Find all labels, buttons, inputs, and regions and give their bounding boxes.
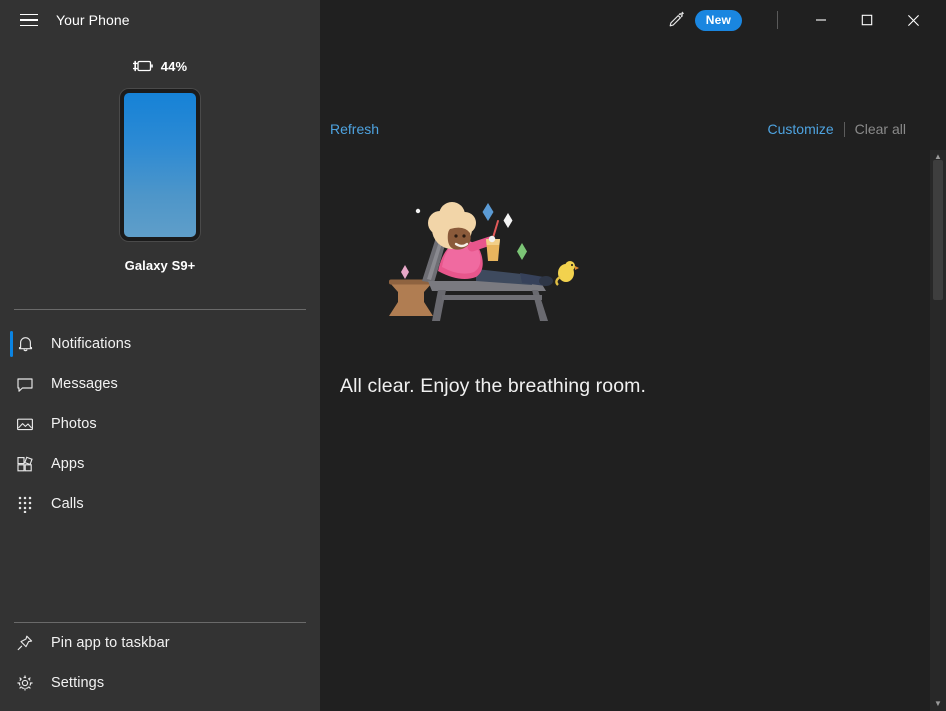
empty-state-message: All clear. Enjoy the breathing room. xyxy=(340,375,647,397)
actions-row: Refresh Customize Clear all xyxy=(320,117,946,141)
battery-status: 44% xyxy=(0,56,320,76)
scrollbar-thumb[interactable] xyxy=(933,160,943,300)
device-name: Galaxy S9+ xyxy=(124,258,196,273)
sidebar-label-pin-app: Pin app to taskbar xyxy=(51,635,170,651)
sidebar-item-apps[interactable]: Apps xyxy=(0,444,320,484)
minimize-button[interactable] xyxy=(798,4,844,36)
dialpad-icon xyxy=(10,492,40,516)
main-content: New Refresh Customize Clear all All clea… xyxy=(320,0,946,711)
sidebar-nav: Notifications Messages Photos Apps Calls xyxy=(0,324,320,524)
battery-charging-icon xyxy=(132,60,153,72)
empty-state: All clear. Enjoy the breathing room. xyxy=(320,150,928,398)
your-phone-window: Your Phone 44% Galaxy S9+ Notifications … xyxy=(0,0,946,711)
clear-all-button: Clear all xyxy=(854,121,906,137)
sidebar-bottom-nav: Pin app to taskbar Settings xyxy=(0,623,320,711)
gear-icon xyxy=(10,671,40,695)
sidebar-label-apps: Apps xyxy=(51,456,85,472)
notifications-panel: All clear. Enjoy the breathing room. xyxy=(320,150,928,711)
new-badge[interactable]: New xyxy=(694,9,742,31)
title-bar-controls: New xyxy=(320,0,946,40)
phone-screen-preview[interactable] xyxy=(120,89,200,241)
app-title: Your Phone xyxy=(56,12,130,28)
sidebar-divider-top xyxy=(14,309,306,310)
refresh-button[interactable]: Refresh xyxy=(330,121,379,137)
selected-indicator xyxy=(10,331,13,357)
scroll-down-arrow[interactable]: ▼ xyxy=(934,700,942,708)
sidebar: Your Phone 44% Galaxy S9+ Notifications … xyxy=(0,0,320,711)
pen-feedback-icon[interactable] xyxy=(661,5,691,35)
phone-preview[interactable] xyxy=(0,89,320,241)
battery-percent: 44% xyxy=(160,58,188,74)
sidebar-item-notifications[interactable]: Notifications xyxy=(0,324,320,364)
titlebar-separator xyxy=(777,11,778,29)
actions-separator xyxy=(843,121,845,137)
bell-icon xyxy=(10,332,40,356)
sidebar-item-settings[interactable]: Settings xyxy=(0,663,320,703)
sidebar-item-calls[interactable]: Calls xyxy=(0,484,320,524)
sidebar-label-calls: Calls xyxy=(51,496,84,512)
pin-icon xyxy=(10,631,40,655)
customize-button[interactable]: Customize xyxy=(768,121,834,137)
sidebar-item-photos[interactable]: Photos xyxy=(0,404,320,444)
sidebar-label-settings: Settings xyxy=(51,675,105,691)
sidebar-item-messages[interactable]: Messages xyxy=(0,364,320,404)
person-relaxing-on-lounge-chair xyxy=(380,195,600,345)
message-bubble-icon xyxy=(10,372,40,396)
photo-icon xyxy=(10,412,40,436)
sidebar-label-photos: Photos xyxy=(51,416,97,432)
maximize-button[interactable] xyxy=(844,4,890,36)
apps-grid-icon xyxy=(10,452,40,476)
sidebar-label-messages: Messages xyxy=(51,376,118,392)
sidebar-label-notifications: Notifications xyxy=(51,336,132,352)
hamburger-menu-icon[interactable] xyxy=(10,4,48,36)
right-actions: Customize Clear all xyxy=(768,121,946,137)
vertical-scrollbar[interactable]: ▲ ▼ xyxy=(930,150,946,711)
close-button[interactable] xyxy=(890,4,936,36)
sidebar-header: Your Phone xyxy=(0,0,320,40)
sidebar-item-pin-app[interactable]: Pin app to taskbar xyxy=(0,623,320,663)
